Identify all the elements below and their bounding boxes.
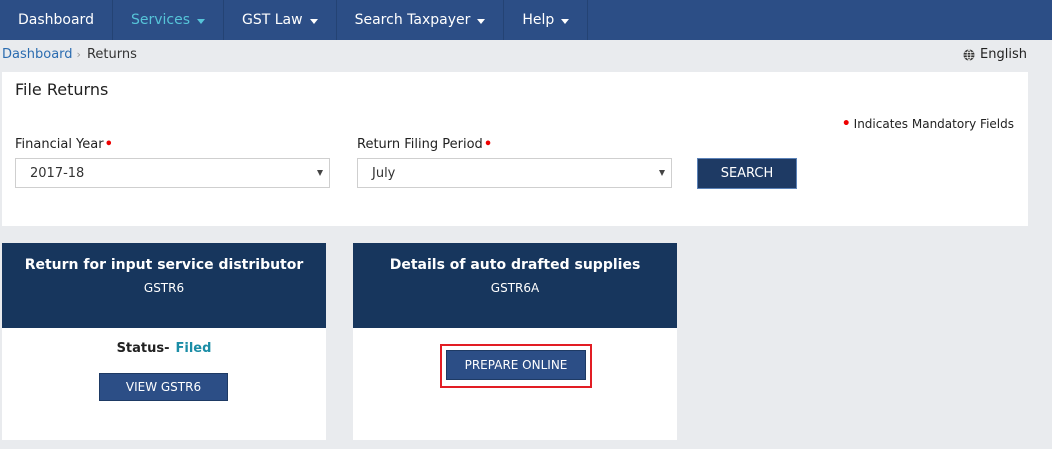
view-gstr6-button[interactable]: VIEW GSTR6	[99, 373, 228, 401]
nav-gst-law-label: GST Law	[242, 12, 303, 28]
status-value: Filed	[175, 341, 212, 356]
search-button[interactable]: SEARCH	[697, 158, 797, 189]
page-title: File Returns	[15, 80, 109, 99]
nav-help[interactable]: Help	[504, 0, 589, 40]
required-dot-icon: •	[841, 116, 851, 132]
gstr6a-card-title: Details of auto drafted supplies	[389, 257, 641, 273]
mandatory-note: • Indicates Mandatory Fields	[842, 116, 1014, 132]
filing-period-select[interactable]: July	[357, 158, 672, 188]
gstr6-card-header: Return for input service distributor GST…	[2, 243, 326, 328]
gstr6a-card-subtitle: GSTR6A	[490, 281, 540, 295]
globe-icon	[963, 48, 975, 61]
financial-year-value: 2017-18	[30, 165, 85, 181]
required-dot-icon: •	[483, 137, 493, 152]
prepare-online-button-label: PREPARE ONLINE	[464, 358, 568, 372]
filing-period-label-text: Return Filing Period	[357, 137, 483, 152]
dropdown-arrow-icon	[317, 170, 323, 176]
search-button-label: SEARCH	[720, 166, 774, 181]
breadcrumb-current: Returns	[86, 47, 137, 62]
gstr6a-card: Details of auto drafted supplies GSTR6A …	[353, 243, 677, 440]
gstr6-card-title: Return for input service distributor	[24, 257, 304, 273]
nav-services[interactable]: Services	[113, 0, 225, 40]
nav-dashboard-label: Dashboard	[18, 12, 94, 28]
caret-down-icon	[561, 18, 570, 24]
caret-down-icon	[477, 18, 486, 24]
filing-period-label: Return Filing Period•	[357, 137, 492, 152]
mandatory-note-text: Indicates Mandatory Fields	[853, 117, 1014, 131]
file-returns-panel: File Returns • Indicates Mandatory Fields…	[2, 72, 1028, 226]
language-label: English	[980, 47, 1027, 62]
dropdown-arrow-icon	[659, 170, 665, 176]
nav-search-taxpayer[interactable]: Search Taxpayer	[337, 0, 505, 40]
chevron-right-icon: ›	[76, 48, 81, 61]
financial-year-label-text: Financial Year	[15, 137, 104, 152]
gstr6-card-subtitle: GSTR6	[143, 281, 185, 295]
view-gstr6-button-label: VIEW GSTR6	[125, 380, 202, 394]
filing-period-value: July	[372, 165, 396, 181]
top-navbar: Dashboard Services GST Law Search Taxpay…	[0, 0, 1052, 40]
nav-gst-law[interactable]: GST Law	[224, 0, 337, 40]
nav-services-label: Services	[130, 12, 191, 28]
required-dot-icon: •	[104, 137, 113, 152]
caret-down-icon	[197, 18, 206, 24]
caret-down-icon	[309, 18, 318, 24]
nav-dashboard[interactable]: Dashboard	[0, 0, 113, 40]
status-label: Status-	[116, 341, 170, 356]
language-selector[interactable]: English	[963, 47, 1027, 62]
prepare-online-button[interactable]: PREPARE ONLINE	[446, 350, 586, 380]
gstr6a-card-header: Details of auto drafted supplies GSTR6A	[353, 243, 677, 328]
breadcrumb-dashboard-link[interactable]: Dashboard	[2, 47, 73, 62]
nav-help-label: Help	[522, 12, 555, 28]
gstr6-status: Status- Filed	[2, 341, 326, 356]
breadcrumb: Dashboard › Returns	[2, 47, 137, 62]
financial-year-select[interactable]: 2017-18	[15, 158, 330, 188]
gstr6-card: Return for input service distributor GST…	[2, 243, 326, 440]
nav-search-taxpayer-label: Search Taxpayer	[354, 12, 471, 28]
financial-year-label: Financial Year•	[15, 137, 113, 152]
